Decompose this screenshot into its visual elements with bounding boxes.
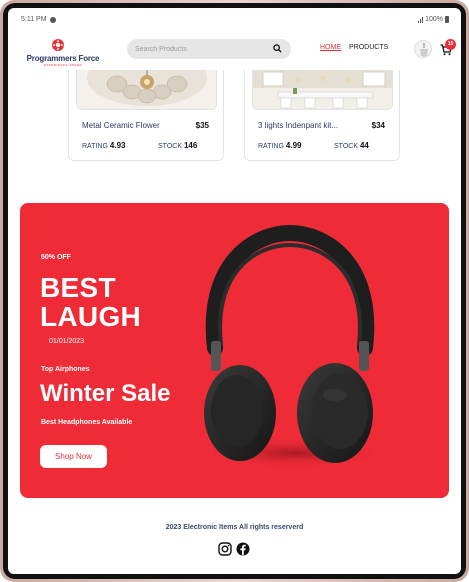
headphones-image [200,224,390,469]
discount-label: 50% OFF [41,254,71,261]
status-time-group: 5:11 PM [21,16,56,23]
product-rating: RATING 4.99 [258,141,301,150]
notification-dot-icon [49,16,56,23]
product-card[interactable]: 3 lights Indenpant kit... $34 RATING 4.9… [244,70,400,161]
product-name: Metal Ceramic Flower [82,121,160,130]
product-stock: STOCK 146 [158,141,197,150]
signal-icon [418,16,424,23]
chandelier-image [77,70,216,109]
product-name: 3 lights Indenpant kit... [258,121,339,130]
instagram-icon[interactable] [218,541,232,556]
product-rating: RATING 4.93 [82,141,125,150]
rating-label: RATING [82,143,108,150]
search-icon[interactable] [273,44,282,53]
product-price: $34 [371,121,385,130]
device-frame: 5:11 PM 100% Programmers Force EXPERIENC… [0,0,469,582]
product-image [76,70,217,110]
logo-mark-icon [52,39,64,51]
stock-label: STOCK [158,143,182,150]
rating-value: 4.93 [109,141,126,150]
banner-title: BEST LAUGH [40,273,141,331]
banner-title-line1: BEST [40,272,116,303]
cart-count-badge: 15 [445,39,456,50]
logo-text: Programmers Force [26,54,100,63]
brand-logo[interactable]: Programmers Force EXPERIENCE SPEED [23,38,103,68]
rating-value: 4.99 [285,141,302,150]
banner-subtitle: Top Airphones [41,366,90,373]
product-card[interactable]: Metal Ceramic Flower $35 RATING 4.93 STO… [68,70,224,161]
banner-title-line2: LAUGH [40,301,142,332]
battery-icon [445,16,449,23]
banner-tagline: Best Headphones Available [41,419,133,426]
status-bar: 5:11 PM 100% [8,8,461,30]
social-links [218,541,250,556]
banner-date: 01/01/2023 [49,338,85,345]
search-bar [127,39,291,59]
nav-home-link[interactable]: HOME [320,44,341,51]
product-image [252,70,393,110]
product-price: $35 [195,121,209,130]
banner-sale-heading: Winter Sale [40,380,171,407]
promo-banner: 50% OFF BEST LAUGH 01/01/2023 Top Airpho… [20,203,449,498]
rating-label: RATING [258,143,284,150]
stock-label: STOCK [334,143,358,150]
footer-copyright: 2023 Electronic Items All rights reserve… [165,524,304,531]
avatar[interactable] [414,40,432,58]
search-input[interactable] [135,39,265,59]
dining-room-image [253,70,392,109]
status-time: 5:11 PM [21,16,47,23]
battery-percent: 100% [425,16,443,23]
stock-value: 146 [183,141,198,150]
shop-now-button[interactable]: Shop Now [40,445,107,468]
product-stock: STOCK 44 [334,141,369,150]
user-figure-icon [420,43,428,57]
stock-value: 44 [359,141,369,150]
app-header: Programmers Force EXPERIENCE SPEED HOME … [8,30,461,70]
app-screen: 5:11 PM 100% Programmers Force EXPERIENC… [8,8,461,574]
nav-products-link[interactable]: PRODUCTS [349,44,388,51]
facebook-icon[interactable] [236,541,250,556]
status-right-group: 100% [418,16,449,23]
logo-tagline: EXPERIENCE SPEED [43,63,83,67]
